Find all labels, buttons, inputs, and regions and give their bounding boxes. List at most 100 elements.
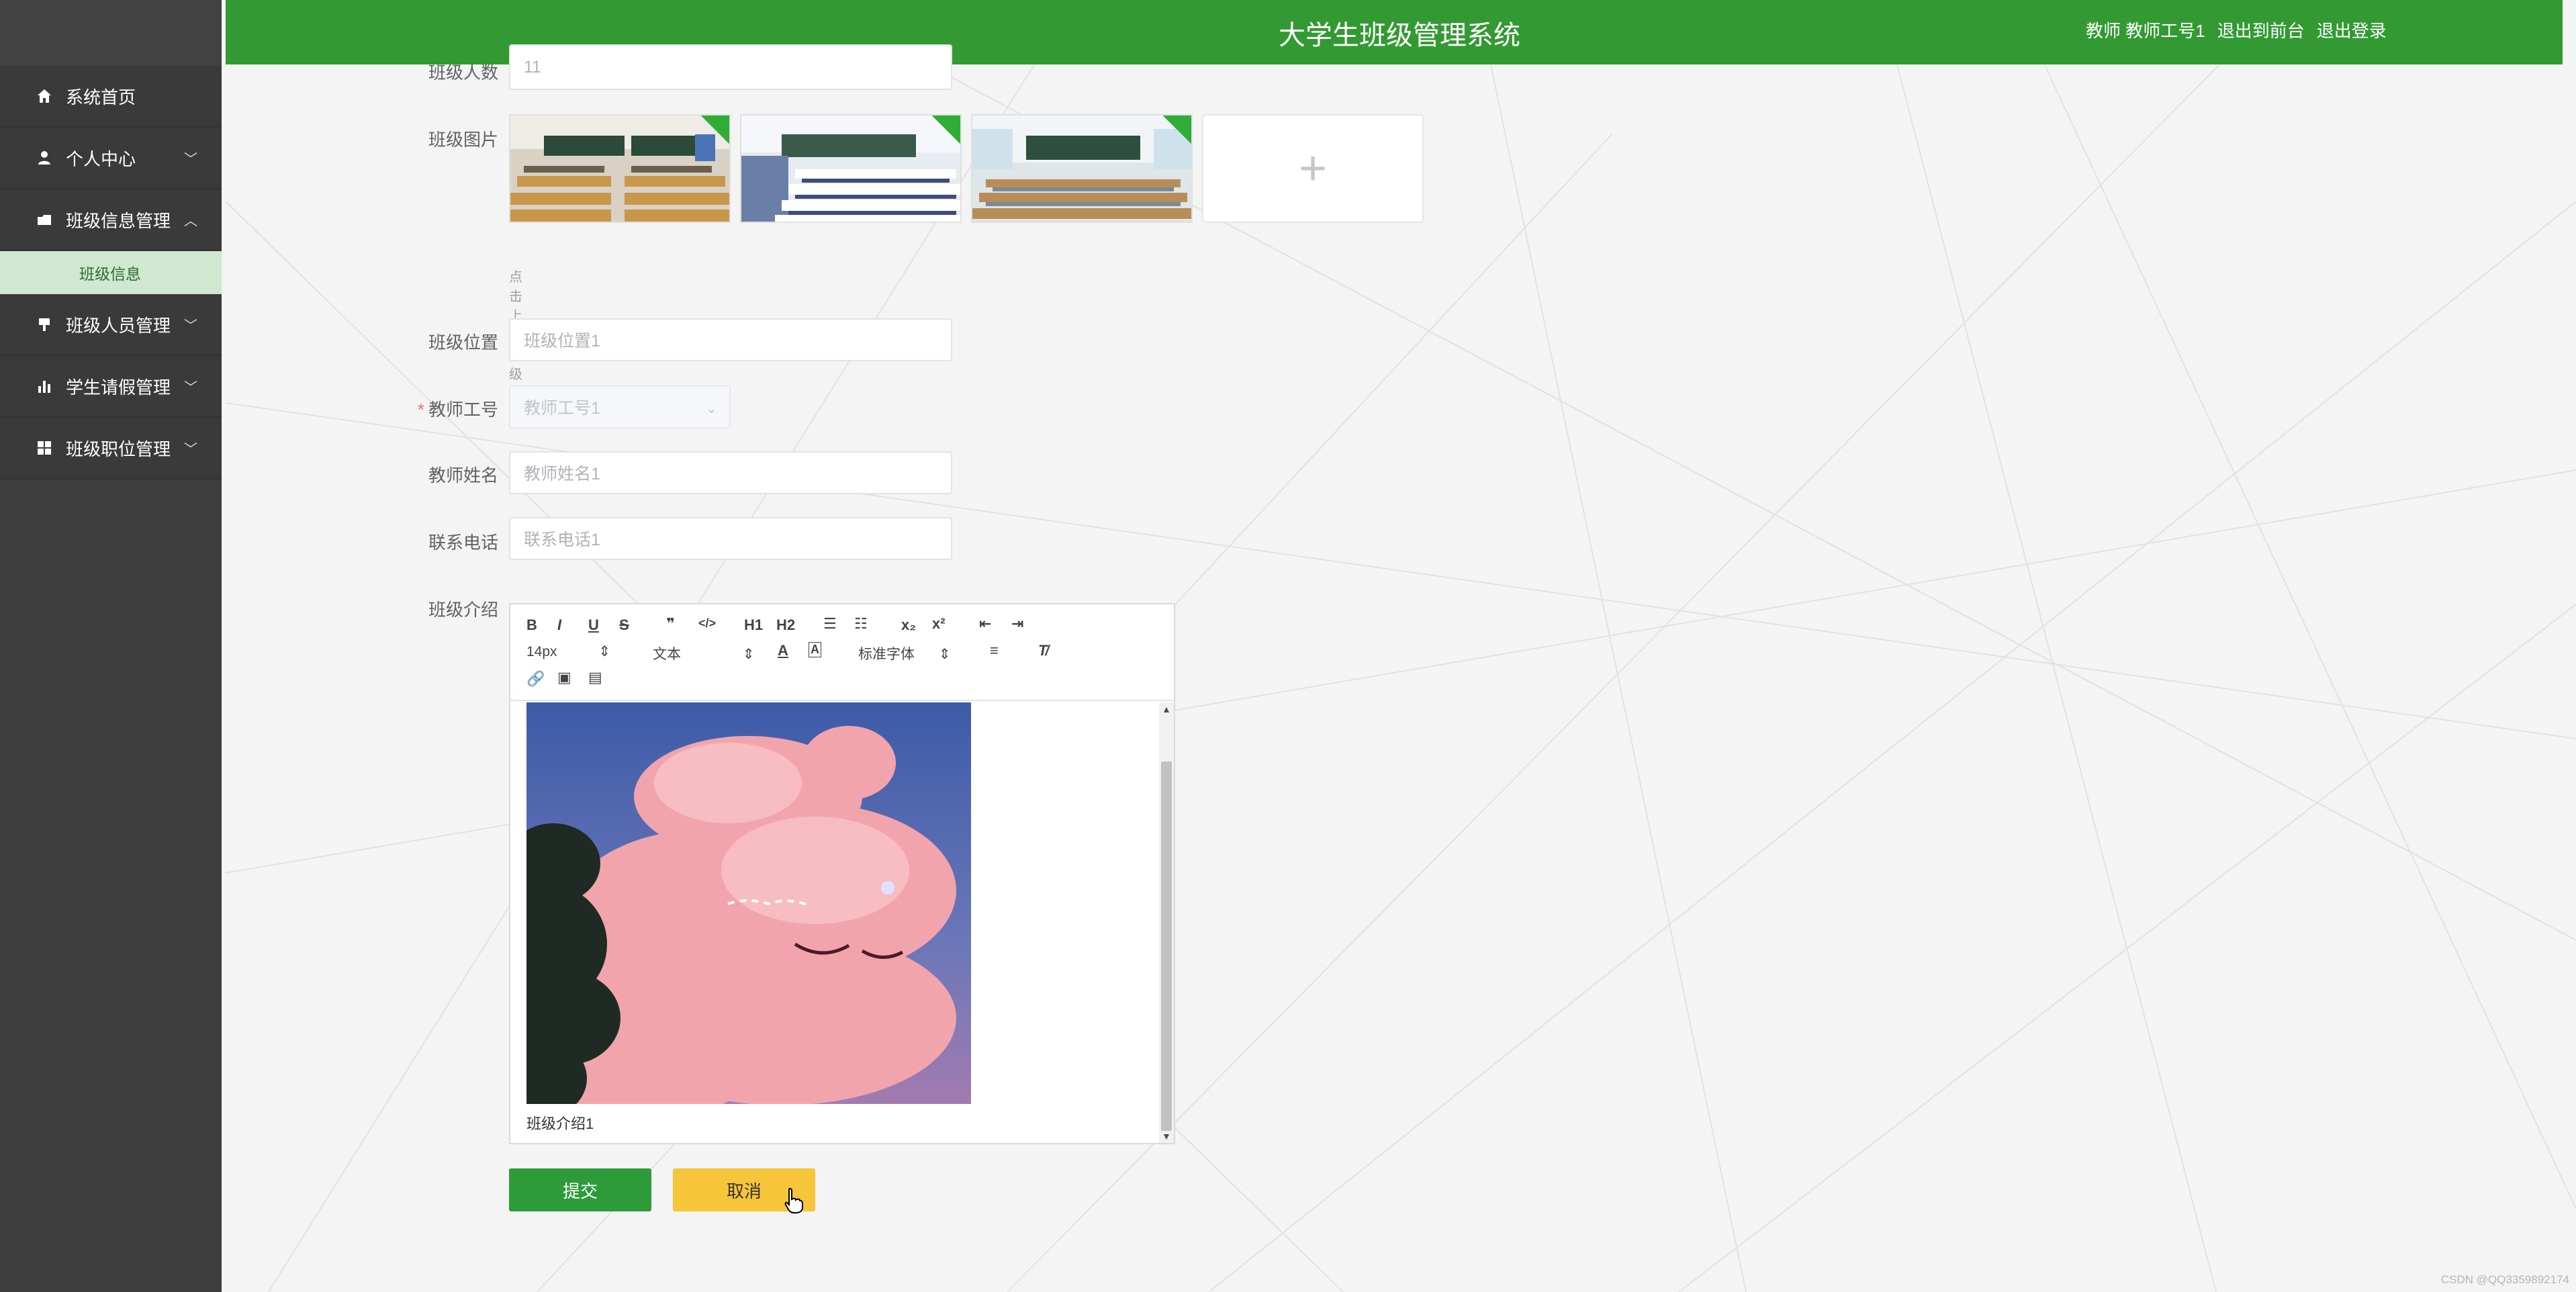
teacher-id-value: 教师工号1	[524, 399, 600, 418]
bar-chart-icon	[35, 377, 54, 396]
submit-button[interactable]: 提交	[509, 1168, 651, 1211]
font-size-value: 14px	[526, 644, 557, 659]
subscript-icon[interactable]: x₂	[901, 616, 916, 634]
outdent-icon[interactable]: ⇤	[979, 615, 991, 633]
image-icon[interactable]: ▣	[557, 669, 571, 686]
teacher-name-value: 教师姓名1	[524, 465, 600, 483]
phone-label: 联系电话	[428, 533, 498, 553]
class-size-value: 11	[524, 57, 541, 77]
home-icon	[35, 87, 54, 105]
sidebar-subitem-label: 班级信息	[79, 265, 141, 283]
sidebar-logo-area	[0, 0, 222, 66]
superscript-icon[interactable]: x²	[932, 615, 946, 633]
sidebar-item-label: 系统首页	[66, 87, 136, 107]
chevron-down-icon: ﹀	[184, 318, 197, 334]
font-size-select[interactable]: 14px ⇕	[526, 643, 610, 660]
location-input[interactable]: 班级位置1	[509, 318, 952, 361]
class-image-thumbnail[interactable]	[509, 114, 731, 223]
phone-input[interactable]: 联系电话1	[509, 517, 952, 560]
sidebar-item-home[interactable]: 系统首页	[0, 66, 222, 128]
classroom-image	[741, 116, 960, 222]
font-family-select[interactable]: 标准字体 ⇕	[858, 643, 950, 663]
sidebar-item-profile[interactable]: 个人中心 ﹀	[0, 128, 222, 189]
chevron-down-icon: ﹀	[184, 152, 197, 167]
link-icon[interactable]: 🔗	[526, 670, 545, 688]
chevron-down-icon: ﹀	[184, 380, 197, 396]
header-user-actions: 教师 教师工号1 退出到前台 退出登录	[2086, 17, 2387, 42]
scroll-up-icon[interactable]: ▲	[1162, 704, 1171, 714]
editor-scrollbar[interactable]: ▲ ▼	[1159, 702, 1174, 1143]
heading2-icon[interactable]: H2	[776, 616, 795, 634]
sidebar: 系统首页 个人中心 ﹀ 班级信息管理 ︿ 班级信息 班级人员管理 ﹀ 学生请假管…	[0, 0, 222, 1292]
rich-text-editor[interactable]: B I U S ❞ </> H1 H2 ☰ ☷ x₂ x² ⇤ ⇥ 14px ⇕…	[509, 603, 1175, 1144]
class-size-input[interactable]: 11	[509, 44, 952, 90]
class-size-label: 班级人数	[428, 62, 498, 83]
bold-icon[interactable]: B	[526, 616, 537, 634]
phone-value: 联系电话1	[524, 530, 600, 549]
hand-cursor-icon	[784, 1187, 803, 1213]
indent-icon[interactable]: ⇥	[1011, 615, 1023, 633]
classroom-image	[510, 116, 729, 222]
select-arrows-icon: ⇕	[938, 647, 951, 662]
logout-link[interactable]: 退出登录	[2317, 17, 2387, 42]
sidebar-item-class-members[interactable]: 班级人员管理 ﹀	[0, 294, 222, 356]
sidebar-item-label: 学生请假管理	[66, 377, 171, 398]
sidebar-item-label: 班级人员管理	[66, 315, 171, 336]
exit-to-frontend-link[interactable]: 退出到前台	[2217, 17, 2305, 42]
paragraph-select[interactable]: 文本 ⇕	[653, 643, 754, 663]
h1-text: H1	[744, 616, 764, 633]
strikethrough-icon[interactable]: S	[619, 616, 629, 634]
bullet-list-icon[interactable]: ☷	[854, 615, 868, 633]
clear-format-icon[interactable]: T̸	[1038, 642, 1047, 659]
sidebar-item-label: 班级职位管理	[66, 439, 171, 459]
intro-label: 班级介绍	[428, 600, 498, 620]
font-family-value: 标准字体	[858, 647, 915, 662]
intro-text: 班级介绍1	[526, 1115, 594, 1132]
intro-image	[526, 702, 971, 1104]
sidebar-item-label: 班级信息管理	[66, 210, 171, 231]
italic-icon[interactable]: I	[557, 616, 561, 634]
blockquote-icon[interactable]: ❞	[666, 615, 675, 633]
underline-icon[interactable]: U	[588, 616, 599, 634]
background-color-icon[interactable]: A	[809, 642, 821, 657]
select-arrows-icon: ⇕	[742, 647, 755, 662]
location-value: 班级位置1	[524, 332, 600, 351]
class-image-thumbnail[interactable]	[971, 114, 1193, 223]
font-color-icon[interactable]: A	[778, 642, 788, 659]
teacher-name-input[interactable]: 教师姓名1	[509, 451, 952, 494]
sidebar-item-label: 个人中心	[66, 148, 136, 169]
video-icon[interactable]: ▤	[588, 669, 602, 686]
paragraph-value: 文本	[653, 647, 681, 662]
heading1-icon[interactable]: H1	[744, 616, 763, 634]
teacher-name-label: 教师姓名	[428, 465, 498, 486]
editor-content[interactable]: 班级介绍1	[510, 702, 1174, 1143]
select-arrows-icon: ⇕	[598, 644, 610, 659]
ordered-list-icon[interactable]: ☰	[823, 615, 837, 633]
grid-icon	[35, 439, 54, 457]
teacher-id-select: 教师工号1 ⌄	[509, 385, 731, 428]
teacher-id-label: * 教师工号	[417, 400, 498, 420]
plus-icon: +	[1298, 142, 1328, 195]
h2-text: H2	[776, 616, 796, 633]
sidebar-subitem-class-info[interactable]: 班级信息	[0, 251, 222, 294]
app-title: 大学生班级管理系统	[1279, 21, 1520, 50]
current-user-label: 教师 教师工号1	[2086, 21, 2205, 41]
upload-image-button[interactable]: +	[1202, 114, 1424, 223]
classroom-image	[972, 116, 1191, 222]
sidebar-item-class-info[interactable]: 班级信息管理 ︿	[0, 189, 222, 251]
class-image-thumbnail[interactable]	[740, 114, 962, 223]
chevron-down-icon: ⌄	[706, 402, 717, 416]
sidebar-item-positions[interactable]: 班级职位管理 ﹀	[0, 418, 222, 479]
align-icon[interactable]: ≡	[990, 642, 999, 659]
user-icon	[35, 148, 54, 167]
location-label: 班级位置	[428, 332, 498, 353]
chevron-up-icon: ︿	[184, 214, 197, 229]
scroll-down-icon[interactable]: ▼	[1162, 1131, 1171, 1142]
teacher-id-label-text: 教师工号	[428, 400, 498, 420]
class-images-label: 班级图片	[428, 130, 498, 150]
sidebar-item-leave[interactable]: 学生请假管理 ﹀	[0, 356, 222, 418]
flag-icon	[35, 315, 54, 334]
scrollbar-thumb[interactable]	[1161, 762, 1172, 1131]
chevron-down-icon: ﹀	[184, 442, 197, 457]
code-icon[interactable]: </>	[698, 616, 716, 631]
